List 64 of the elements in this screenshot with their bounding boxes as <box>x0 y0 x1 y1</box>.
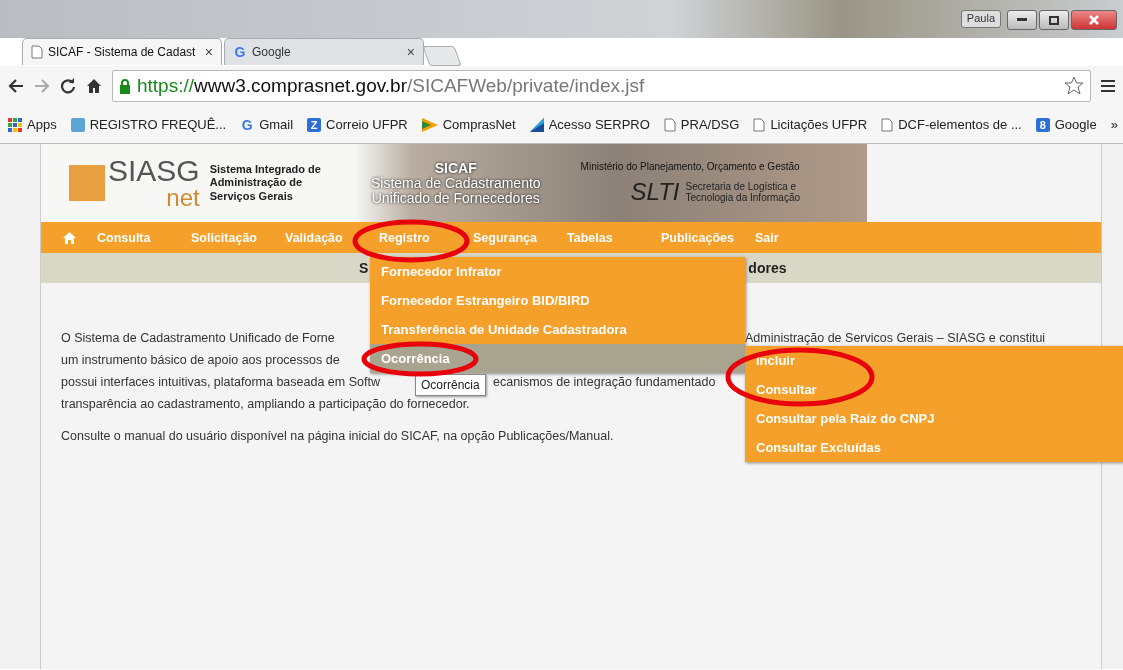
system-name-line: Sistema de Cadastramento <box>370 175 541 191</box>
bookmark-link[interactable]: DCF-elementos de ... <box>881 117 1022 132</box>
bookmark-link[interactable]: G Gmail <box>240 117 294 132</box>
tooltip: Ocorrência <box>415 374 486 396</box>
reload-icon[interactable] <box>60 78 76 94</box>
secretariat-name-line: Secretaria de Logística e <box>685 180 798 192</box>
close-icon[interactable]: × <box>204 44 213 60</box>
star-icon[interactable] <box>1064 76 1084 96</box>
g-letter-icon: G <box>240 117 255 132</box>
back-icon[interactable] <box>8 79 24 93</box>
bookmark-link[interactable]: Z Correio UFPR <box>307 117 408 132</box>
logo-subtext: net <box>166 186 200 210</box>
menu-icon[interactable] <box>1101 79 1115 93</box>
profile-button[interactable]: Paula <box>960 10 1001 28</box>
flag-logo-icon <box>529 117 544 132</box>
lock-icon <box>119 78 131 94</box>
page-icon <box>31 45 43 59</box>
paragraph-line: transparência ao cadastramento, ampliando a participação do fornecedor. <box>61 397 470 411</box>
browser-tab[interactable]: SICAF - Sistema de Cadast × <box>22 38 222 65</box>
g-letter-icon: G <box>233 45 247 59</box>
secretariat-name-line: Tecnologia da Informação <box>685 191 801 203</box>
paragraph-line-fragment: Administração de Servicos Gerais – SIASG e constitui <box>745 331 1046 345</box>
arrow-logo-icon <box>421 117 438 132</box>
close-icon <box>1089 15 1099 25</box>
system-acronym: SICAF <box>434 159 477 176</box>
bookmark-link[interactable]: Apps <box>8 117 57 132</box>
bookmark-link[interactable]: Acesso SERPRO <box>529 117 650 132</box>
paragraph-line: O Sistema de Cadastramento Unificado de Forne <box>61 331 335 345</box>
page-title-fragment: S <box>359 260 369 276</box>
page-icon <box>753 117 766 132</box>
minimize-icon <box>1017 18 1027 22</box>
ministry-name: Ministério do Planejamento, Orçamento e Gestão <box>580 160 801 172</box>
close-button[interactable] <box>1071 10 1117 30</box>
page-icon <box>881 117 894 132</box>
manual-note: Consulte o manual do usuário disponível na página inicial do SICAF, na opção Publicações/Manual. <box>61 429 615 443</box>
page-icon <box>663 117 676 132</box>
home-icon[interactable] <box>86 78 102 94</box>
page-title-fragment: dores <box>748 260 787 276</box>
paragraph-line-fragment: ecanismos de integração fundamentado <box>493 375 716 389</box>
maximize-icon <box>1049 15 1059 25</box>
browser-tab[interactable]: G Google × <box>224 38 424 65</box>
letter-square-icon: 8 <box>1035 117 1050 132</box>
logo-text: SIASG <box>108 156 200 186</box>
bookmark-link[interactable]: PRA/DSG <box>663 117 740 132</box>
org-name-line: Sistema Integrado de <box>209 163 321 177</box>
org-name-line: Administração de <box>209 176 303 190</box>
org-name-line: Serviços Gerais <box>209 189 294 203</box>
close-icon[interactable]: × <box>406 44 415 60</box>
logo-mark-icon <box>69 165 105 201</box>
paragraph-line: um instrumento básico de apoio aos processos de <box>61 353 340 367</box>
maximize-button[interactable] <box>1039 10 1069 30</box>
address-field[interactable]: https://www3.comprasnet.gov.br/SICAFWeb/private/index.jsf <box>112 70 1091 102</box>
slti-logo-text: SLTI <box>630 177 680 206</box>
system-name-line: Unificado de Fornecedores <box>371 191 540 207</box>
bookmark-link[interactable]: Licitações UFPR <box>753 117 868 132</box>
letter-square-icon: Z <box>307 117 322 132</box>
bookmark-link[interactable]: 8 Google <box>1035 117 1097 132</box>
paragraph-line: possui interfaces intuitivas, plataforma baseada em Softw <box>61 375 380 389</box>
bookmark-link[interactable]: REGISTRO FREQUÊ... <box>70 117 227 132</box>
bookmark-link[interactable]: ComprasNet <box>421 117 516 132</box>
minimize-button[interactable] <box>1007 10 1037 30</box>
apps-grid-icon <box>8 117 22 132</box>
more-bookmarks-button[interactable]: » <box>1110 117 1118 132</box>
url-text: https://www3.comprasnet.gov.br/SICAFWeb/private/index.jsf <box>137 75 645 97</box>
